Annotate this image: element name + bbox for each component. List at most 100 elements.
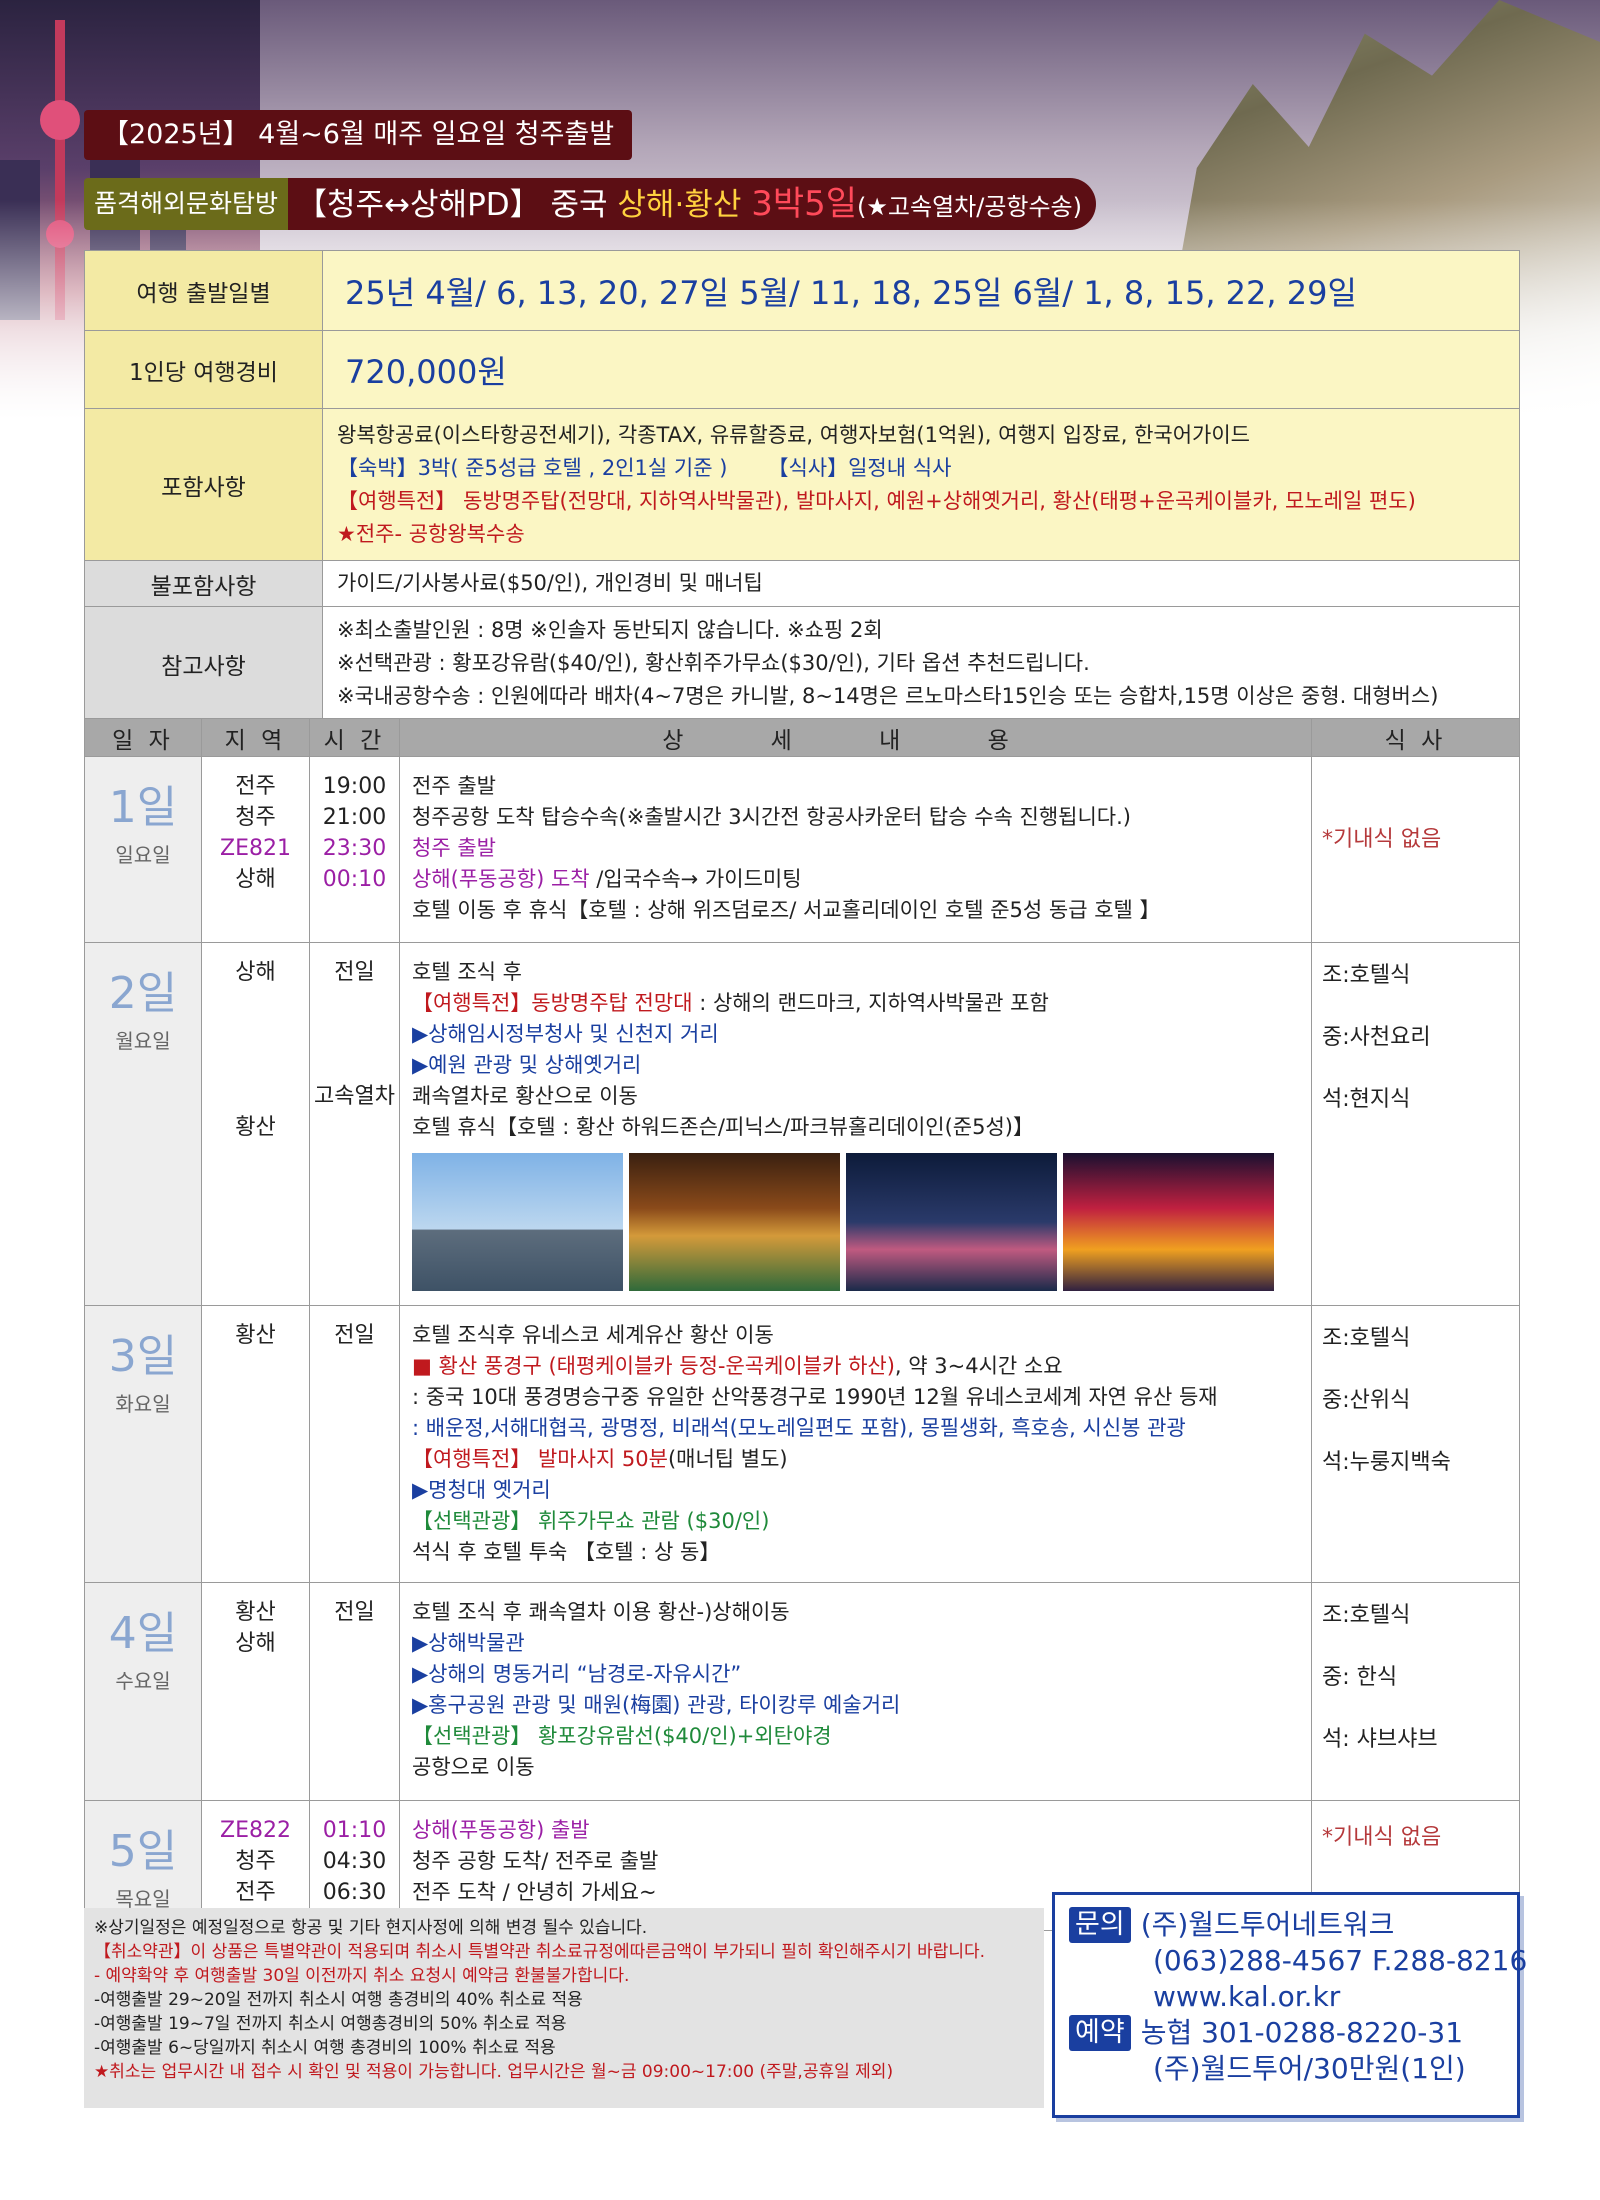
time: 06:30 <box>322 1880 387 1905</box>
included-line: ★전주- 공항왕복수송 <box>337 518 1505 551</box>
region-cell: 상해 황산 <box>201 942 310 1306</box>
account-holder: (주)월드투어/30만원(1인) <box>1153 2052 1466 2085</box>
col-header-region: 지 역 <box>201 718 310 757</box>
detail-cell: 호텔 조식 후 【여행특전】동방명주탑 전망대 : 상해의 랜드마크, 지하역사… <box>399 942 1312 1306</box>
notes-line: ※최소출발인원 : 8명 ※인솔자 동반되지 않습니다. ※쇼핑 2회 <box>337 618 883 642</box>
detail-line: ▶상해박물관 <box>412 1631 525 1655</box>
detail-line: ▶상해임시정부청사 및 신천지 거리 <box>412 1022 719 1046</box>
detail-line: 【선택관광】 휘주가무쇼 관람 ($30/인) <box>412 1509 770 1533</box>
detail-highlight: 【여행특전】 발마사지 50분 <box>412 1447 668 1471</box>
detail-line: ▶예원 관광 및 상해옛거리 <box>412 1053 642 1077</box>
day-cell: 4일 수요일 <box>84 1582 202 1801</box>
note-line: -여행출발 19~7일 전까지 취소시 여행총경비의 50% 취소료 적용 <box>94 2014 567 2034</box>
note-line: ※상기일정은 예정일정으로 항공 및 기타 현지사정에 의해 변경 될수 있습니… <box>94 1918 648 1938</box>
meal-note: *기내식 없음 <box>1322 827 1442 852</box>
itinerary-row-day1: 1일 일요일 전주 청주 ZE821 상해 19:00 21:00 23:30 … <box>84 756 1520 943</box>
meal-dinner: 석:현지식 <box>1322 1087 1411 1112</box>
flight-number: ZE822 <box>220 1818 291 1843</box>
detail-line: 호텔 이동 후 휴식【호텔 : 상해 위즈덤로즈/ 서교홀리데이인 호텔 준5성… <box>412 898 1161 922</box>
tour-extra: (★고속열차/공항수송) <box>857 193 1082 221</box>
detail-text: : 상해의 랜드마크, 지하역사박물관 포함 <box>692 991 1049 1015</box>
detail-line: 호텔 조식후 유네스코 세계유산 황산 이동 <box>412 1323 774 1347</box>
included-line: 【숙박】3박( 준5성급 호텔 , 2인1실 기준 ) 【식사】일정내 식사 <box>337 452 1505 485</box>
price-label: 1인당 여행경비 <box>84 330 323 409</box>
meal-dinner: 석:누룽지백숙 <box>1322 1450 1451 1475</box>
detail-line: 【여행특전】 발마사지 50분(매너팁 별도) <box>412 1444 1299 1475</box>
notes-label: 참고사항 <box>84 606 323 721</box>
detail-line: 호텔 조식 후 <box>412 960 522 984</box>
category-tag: 품격해외문화탐방 <box>84 178 289 230</box>
detail-line: 【선택관광】 황포강유람선($40/인)+외탄야경 <box>412 1724 832 1748</box>
night-view-photo <box>846 1153 1057 1291</box>
day-weekday: 월요일 <box>115 1029 171 1053</box>
detail-line: 호텔 휴식【호텔 : 황산 하워드존슨/피닉스/파크뷰홀리데이인(준5성)】 <box>412 1115 1034 1139</box>
day-cell: 1일 일요일 <box>84 756 202 943</box>
included-specials: 【여행특전】 동방명주탑(전망대, 지하역사박물관), 발마사지, 예원+상해옛… <box>337 488 1416 513</box>
itinerary-row-day3: 3일 화요일 황산 전일 호텔 조식후 유네스코 세계유산 황산 이동 ■ 황산… <box>84 1305 1520 1583</box>
nanjing-road-photo <box>1063 1153 1274 1291</box>
website-link[interactable]: www.kal.or.kr <box>1069 1979 1503 2015</box>
booking-label: 예약 <box>1069 2015 1131 2051</box>
booking-row: 예약 농협 301-0288-8220-31 <box>1069 2015 1503 2051</box>
detail-line: 호텔 조식 후 쾌속열차 이용 황산-)상해이동 <box>412 1600 790 1624</box>
itinerary-row-day2: 2일 월요일 상해 황산 전일 고속열차 호텔 조식 후 【여행특전】동방명주탑… <box>84 942 1520 1306</box>
detail-line: ■ 황산 풍경구 (태평케이블카 등정-운곡케이블카 하산), 약 3~4시간 … <box>412 1351 1299 1382</box>
detail-line: 상해(푸동공항) 출발 <box>412 1818 590 1842</box>
time: 전일 <box>334 1323 375 1348</box>
detail-text: /입국수속→ 가이드미팅 <box>589 867 802 891</box>
time: 전일 <box>334 960 375 985</box>
inquiry-row: 문의 (주)월드투어네트워크 <box>1069 1907 1503 1943</box>
time: 19:00 <box>322 774 387 799</box>
detail-line: 쾌속열차로 황산으로 이동 <box>412 1084 638 1108</box>
day-weekday: 일요일 <box>115 843 171 867</box>
inquiry-label: 문의 <box>1069 1907 1131 1943</box>
notes-line: ※선택관광 : 황포강유람($40/인), 황산휘주가무쇼($30/인), 기타… <box>337 651 1090 675</box>
meal-breakfast: 조:호텔식 <box>1322 1603 1411 1628</box>
region: 상해 <box>235 1631 276 1656</box>
col-header-details: 상 세 내 용 <box>399 718 1312 757</box>
meal-cell: 조:호텔식 중:산위식 석:누룽지백숙 <box>1311 1305 1520 1583</box>
time-cell: 전일 <box>309 1305 400 1583</box>
region: 상해 <box>235 867 276 892</box>
departure-dates: 25년 4월/ 6, 13, 20, 27일 5월/ 11, 18, 25일 6… <box>322 250 1520 331</box>
detail-line: ▶상해의 명동거리 “남경로-자유시간” <box>412 1662 742 1686</box>
region-cell: 전주 청주 ZE821 상해 <box>201 756 310 943</box>
tour-info-table: 여행 출발일별 25년 4월/ 6, 13, 20, 27일 5월/ 11, 1… <box>84 250 1520 721</box>
included-transfer: ★전주- 공항왕복수송 <box>337 521 525 546</box>
region: 황산 <box>235 1600 276 1625</box>
detail-line: 전주 출발 <box>412 774 496 798</box>
day-cell: 3일 화요일 <box>84 1305 202 1583</box>
shanghai-skyline-photo <box>412 1153 623 1291</box>
phone-number[interactable]: (063)288-4567 F.288-8216 <box>1069 1943 1527 1979</box>
day-number: 2일 <box>108 968 178 1019</box>
day-number: 3일 <box>108 1331 178 1382</box>
included-line: 왕복항공료(이스타항공전세기), 각종TAX, 유류할증료, 여행자보험(1억원… <box>337 422 1250 447</box>
time-cell: 19:00 21:00 23:30 00:10 <box>309 756 400 943</box>
region-cell: 황산 <box>201 1305 310 1583</box>
detail-highlight: 상해(푸동공항) 도착 <box>412 867 590 891</box>
time: 고속열차 <box>314 1084 395 1109</box>
itinerary-row-day4: 4일 수요일 황산 상해 전일 호텔 조식 후 쾌속열차 이용 황산-)상해이동… <box>84 1582 1520 1801</box>
day-cell: 2일 월요일 <box>84 942 202 1306</box>
included-label: 포함사항 <box>84 408 323 561</box>
region: 상해 <box>235 960 276 985</box>
detail-highlight: 【여행특전】동방명주탑 전망대 <box>412 991 693 1015</box>
time: 23:30 <box>322 836 387 861</box>
departure-label: 여행 출발일별 <box>84 250 323 331</box>
meal-note: *기내식 없음 <box>1322 1825 1442 1850</box>
meal-lunch: 중:산위식 <box>1322 1388 1411 1413</box>
excluded-label: 불포함사항 <box>84 560 323 607</box>
excluded-value: 가이드/기사봉사료($50/인), 개인경비 및 매너팁 <box>322 560 1520 607</box>
day-number: 5일 <box>108 1826 178 1877</box>
detail-line: 상해(푸동공항) 도착 /입국수속→ 가이드미팅 <box>412 864 1299 895</box>
region: 황산 <box>235 1115 276 1140</box>
detail-highlight: ■ 황산 풍경구 (태평케이블카 등정-운곡케이블카 하산) <box>412 1354 895 1378</box>
tour-route: 【청주↔상해PD】 <box>296 187 541 223</box>
price-value: 720,000원 <box>322 330 1520 409</box>
time: 04:30 <box>322 1849 387 1874</box>
detail-line: 공항으로 이동 <box>412 1755 535 1779</box>
meal-cell: *기내식 없음 <box>1311 756 1520 943</box>
contact-box: 문의 (주)월드투어네트워크 (063)288-4567 F.288-8216 … <box>1052 1892 1527 2118</box>
notes-line: ※국내공항수송 : 인원에따라 배차(4~7명은 카니발, 8~14명은 르노마… <box>337 684 1439 708</box>
detail-line: 청주 출발 <box>412 836 496 860</box>
